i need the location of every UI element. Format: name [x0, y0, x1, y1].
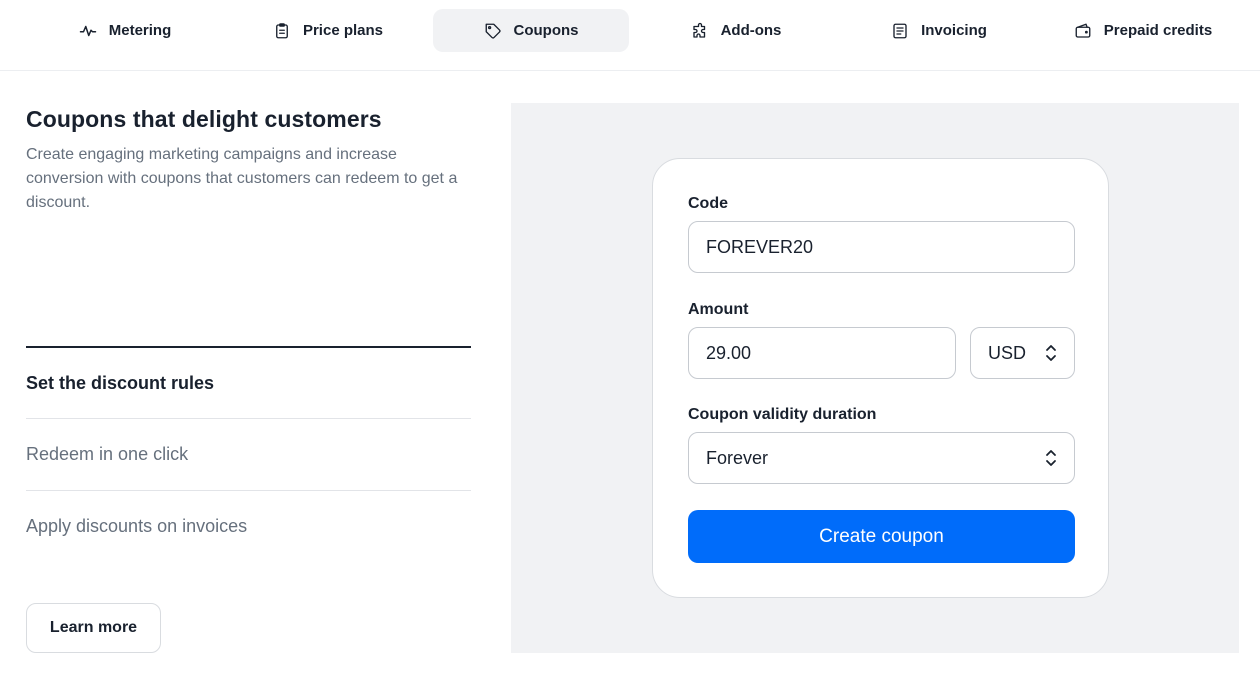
code-input[interactable]: FOREVER20 — [688, 221, 1075, 273]
tag-icon — [485, 23, 501, 39]
section-title: Coupons that delight customers — [26, 106, 382, 132]
tab-invoicing[interactable]: Invoicing — [841, 9, 1037, 52]
currency-value: USD — [988, 342, 1027, 363]
amount-label: Amount — [688, 301, 749, 318]
feature-label: Apply discounts on invoices — [26, 516, 248, 536]
wallet-icon — [1075, 23, 1091, 38]
demo-panel: Code FOREVER20 Amount 29.00 USD Coupon v… — [511, 103, 1239, 653]
feature-item-redeem[interactable]: Redeem in one click — [26, 418, 471, 490]
chevron-up-down-icon — [1046, 345, 1056, 361]
amount-value: 29.00 — [706, 342, 752, 363]
product-tabs: Metering Price plans Coupons Add-ons Inv… — [0, 0, 1260, 71]
code-label: Code — [688, 195, 728, 212]
amount-input[interactable]: 29.00 — [688, 327, 956, 379]
chevron-up-down-icon — [1046, 450, 1056, 466]
tab-price-plans[interactable]: Price plans — [230, 9, 426, 52]
code-value: FOREVER20 — [706, 236, 814, 257]
duration-label: Coupon validity duration — [688, 406, 877, 423]
feature-label: Redeem in one click — [26, 444, 189, 464]
feature-list: Set the discount rules Redeem in one cli… — [26, 346, 471, 562]
tab-coupons[interactable]: Coupons — [433, 9, 629, 52]
tab-label: Invoicing — [921, 22, 987, 39]
section-description: Create engaging marketing campaigns and … — [26, 146, 458, 211]
document-icon — [893, 23, 907, 38]
clipboard-icon — [276, 22, 288, 38]
duration-value: Forever — [706, 447, 769, 468]
puzzle-icon — [692, 22, 705, 38]
currency-select[interactable]: USD — [970, 327, 1075, 379]
feature-item-apply-discounts[interactable]: Apply discounts on invoices — [26, 490, 471, 562]
tab-label: Add-ons — [720, 22, 782, 39]
tab-prepaid-credits[interactable]: Prepaid credits — [1045, 9, 1241, 52]
pulse-icon — [79, 25, 96, 36]
tab-add-ons[interactable]: Add-ons — [638, 9, 834, 52]
duration-select[interactable]: Forever — [688, 432, 1075, 484]
feature-label: Set the discount rules — [26, 372, 215, 393]
feature-item-discount-rules[interactable]: Set the discount rules — [26, 346, 471, 418]
tab-label: Price plans — [302, 22, 384, 39]
learn-more-button[interactable]: Learn more — [26, 603, 161, 653]
tab-label: Coupons — [513, 22, 579, 39]
coupon-form-card: Code FOREVER20 Amount 29.00 USD Coupon v… — [652, 158, 1109, 598]
create-coupon-button[interactable]: Create coupon — [688, 510, 1075, 563]
tab-metering[interactable]: Metering — [27, 9, 223, 52]
tab-label: Metering — [108, 22, 172, 39]
intro-section: Coupons that delight customers Create en… — [26, 103, 471, 215]
tab-label: Prepaid credits — [1103, 22, 1213, 39]
